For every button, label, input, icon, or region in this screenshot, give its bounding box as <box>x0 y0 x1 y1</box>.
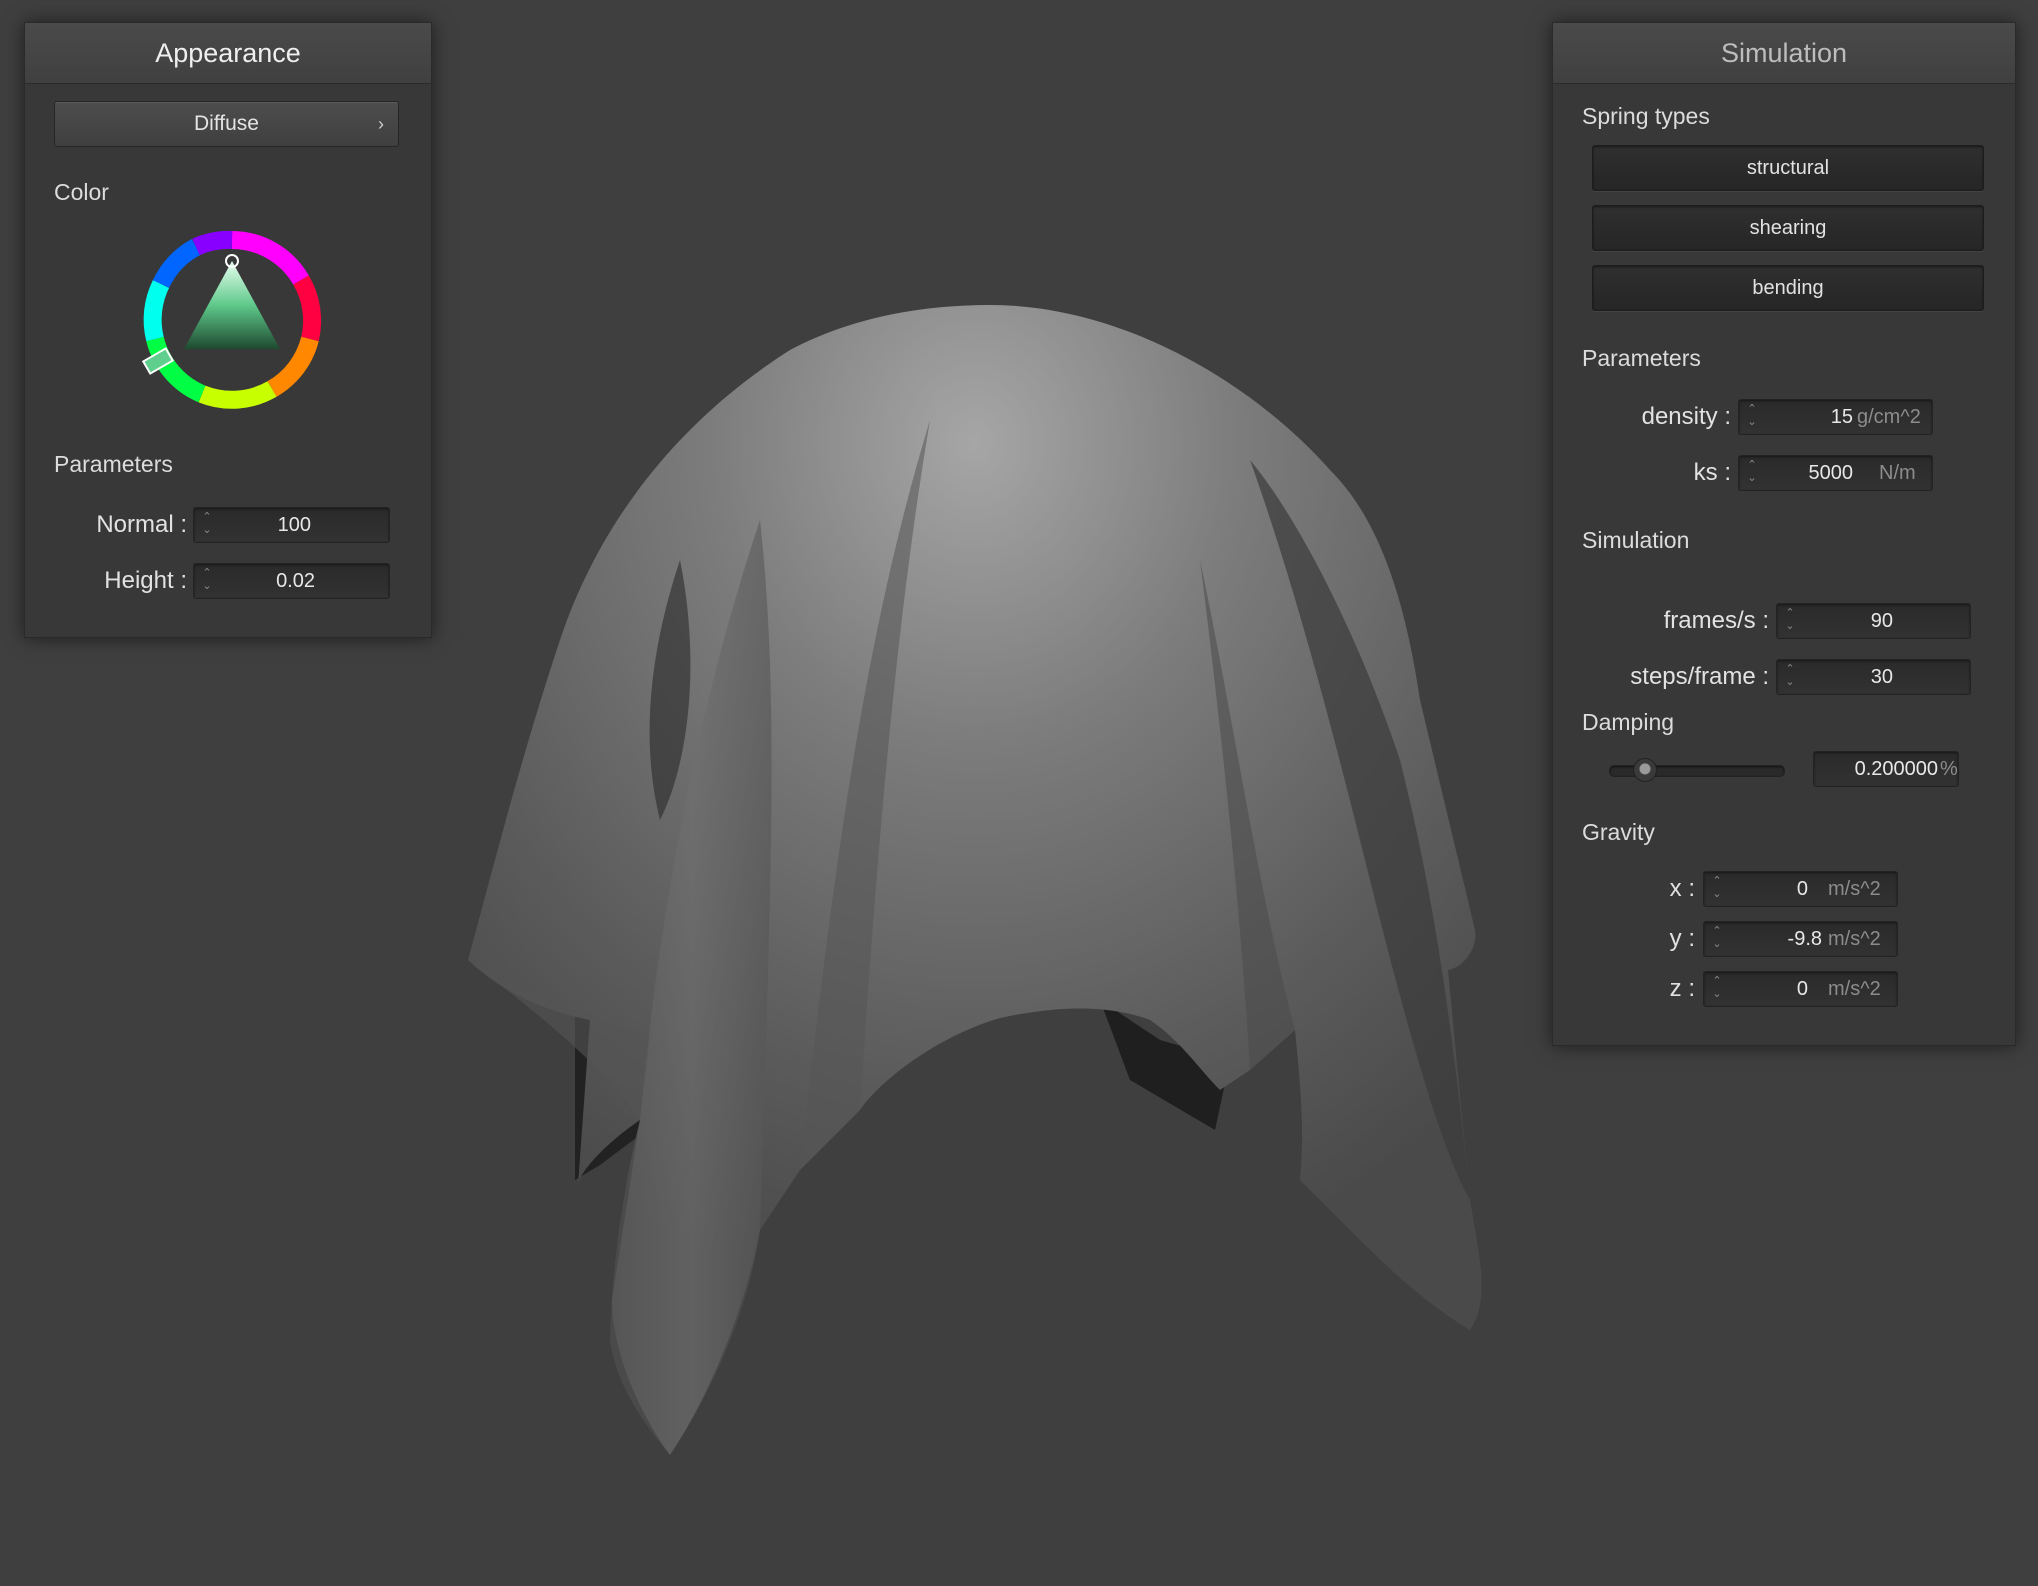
fps-spinbox[interactable]: ⌃ ⌄ 90 <box>1776 603 1971 639</box>
density-value[interactable]: 15 <box>1759 400 1853 434</box>
fps-value[interactable]: 90 <box>1797 604 1893 638</box>
spinbox-arrows-icon[interactable]: ⌃ ⌄ <box>1745 459 1759 487</box>
spring-types-label: Spring types <box>1582 103 1710 129</box>
height-value[interactable]: 0.02 <box>214 564 315 598</box>
normal-label: Normal : <box>96 511 187 538</box>
fps-label: frames/s : <box>1663 607 1769 634</box>
density-label: density : <box>1641 403 1731 430</box>
gravity-y-spinbox[interactable]: ⌃ ⌄ -9.8 m/s^2 <box>1703 921 1898 957</box>
gravity-y-unit: m/s^2 <box>1828 928 1881 950</box>
damping-value[interactable]: 0.200000 <box>1818 752 1938 786</box>
spinbox-arrows-icon[interactable]: ⌃ ⌄ <box>200 511 214 539</box>
damping-field[interactable]: 0.200000 % <box>1813 751 1959 787</box>
density-spinbox[interactable]: ⌃ ⌄ 15 g/cm^2 <box>1738 399 1933 435</box>
gravity-y-label: y : <box>1669 925 1695 952</box>
height-label: Height : <box>104 567 187 594</box>
spinbox-arrows-icon[interactable]: ⌃ ⌄ <box>1710 875 1724 903</box>
gravity-z-label: z : <box>1669 975 1695 1002</box>
gravity-label: Gravity <box>1582 819 1655 845</box>
height-spinbox[interactable]: ⌃ ⌄ 0.02 <box>193 563 390 599</box>
spinbox-arrows-icon[interactable]: ⌃ ⌄ <box>1745 403 1759 431</box>
spring-bending-toggle[interactable]: bending <box>1592 265 1984 311</box>
gravity-x-value[interactable]: 0 <box>1724 872 1808 906</box>
spinbox-arrows-icon[interactable]: ⌃ ⌄ <box>1783 607 1797 635</box>
gravity-z-value[interactable]: 0 <box>1724 972 1808 1006</box>
saturation-triangle[interactable] <box>184 261 280 349</box>
gravity-y-value[interactable]: -9.8 <box>1724 922 1822 956</box>
spinbox-arrows-icon[interactable]: ⌃ ⌄ <box>1710 975 1724 1003</box>
spring-shearing-toggle[interactable]: shearing <box>1592 205 1984 251</box>
steps-value[interactable]: 30 <box>1797 660 1893 694</box>
ks-value[interactable]: 5000 <box>1759 456 1854 490</box>
simulation-title: Simulation <box>1553 23 2015 84</box>
normal-value[interactable]: 100 <box>214 508 311 542</box>
steps-label: steps/frame : <box>1630 663 1769 690</box>
appearance-panel: Appearance Diffuse › Color Parameters No… <box>24 22 432 638</box>
spinbox-arrows-icon[interactable]: ⌃ ⌄ <box>1710 925 1724 953</box>
normal-spinbox[interactable]: ⌃ ⌄ 100 <box>193 507 390 543</box>
sim-section-label: Simulation <box>1582 527 1690 553</box>
appearance-params-label: Parameters <box>54 451 173 477</box>
gravity-x-unit: m/s^2 <box>1828 878 1881 900</box>
chevron-right-icon: › <box>378 114 384 134</box>
gravity-z-unit: m/s^2 <box>1828 978 1881 1000</box>
ks-spinbox[interactable]: ⌃ ⌄ 5000 N/m <box>1738 455 1933 491</box>
shader-label: Diffuse <box>194 112 259 135</box>
spring-structural-toggle[interactable]: structural <box>1592 145 1984 191</box>
gravity-x-spinbox[interactable]: ⌃ ⌄ 0 m/s^2 <box>1703 871 1898 907</box>
density-unit: g/cm^2 <box>1857 406 1921 428</box>
shader-dropdown[interactable]: Diffuse › <box>54 101 399 147</box>
ks-unit: N/m <box>1879 462 1916 484</box>
color-section-label: Color <box>54 179 109 205</box>
spinbox-arrows-icon[interactable]: ⌃ ⌄ <box>200 567 214 595</box>
steps-spinbox[interactable]: ⌃ ⌄ 30 <box>1776 659 1971 695</box>
damping-label: Damping <box>1582 709 1675 735</box>
damping-unit: % <box>1940 758 1958 780</box>
simulation-panel: Simulation Spring types structural shear… <box>1552 22 2016 1046</box>
gravity-x-label: x : <box>1669 875 1695 902</box>
sim-params-label: Parameters <box>1582 345 1701 371</box>
spinbox-arrows-icon[interactable]: ⌃ ⌄ <box>1783 663 1797 691</box>
gravity-z-spinbox[interactable]: ⌃ ⌄ 0 m/s^2 <box>1703 971 1898 1007</box>
appearance-title: Appearance <box>25 23 431 84</box>
ks-label: ks : <box>1693 459 1731 486</box>
damping-slider-knob[interactable] <box>1633 758 1658 782</box>
color-wheel-icon[interactable] <box>141 229 323 411</box>
